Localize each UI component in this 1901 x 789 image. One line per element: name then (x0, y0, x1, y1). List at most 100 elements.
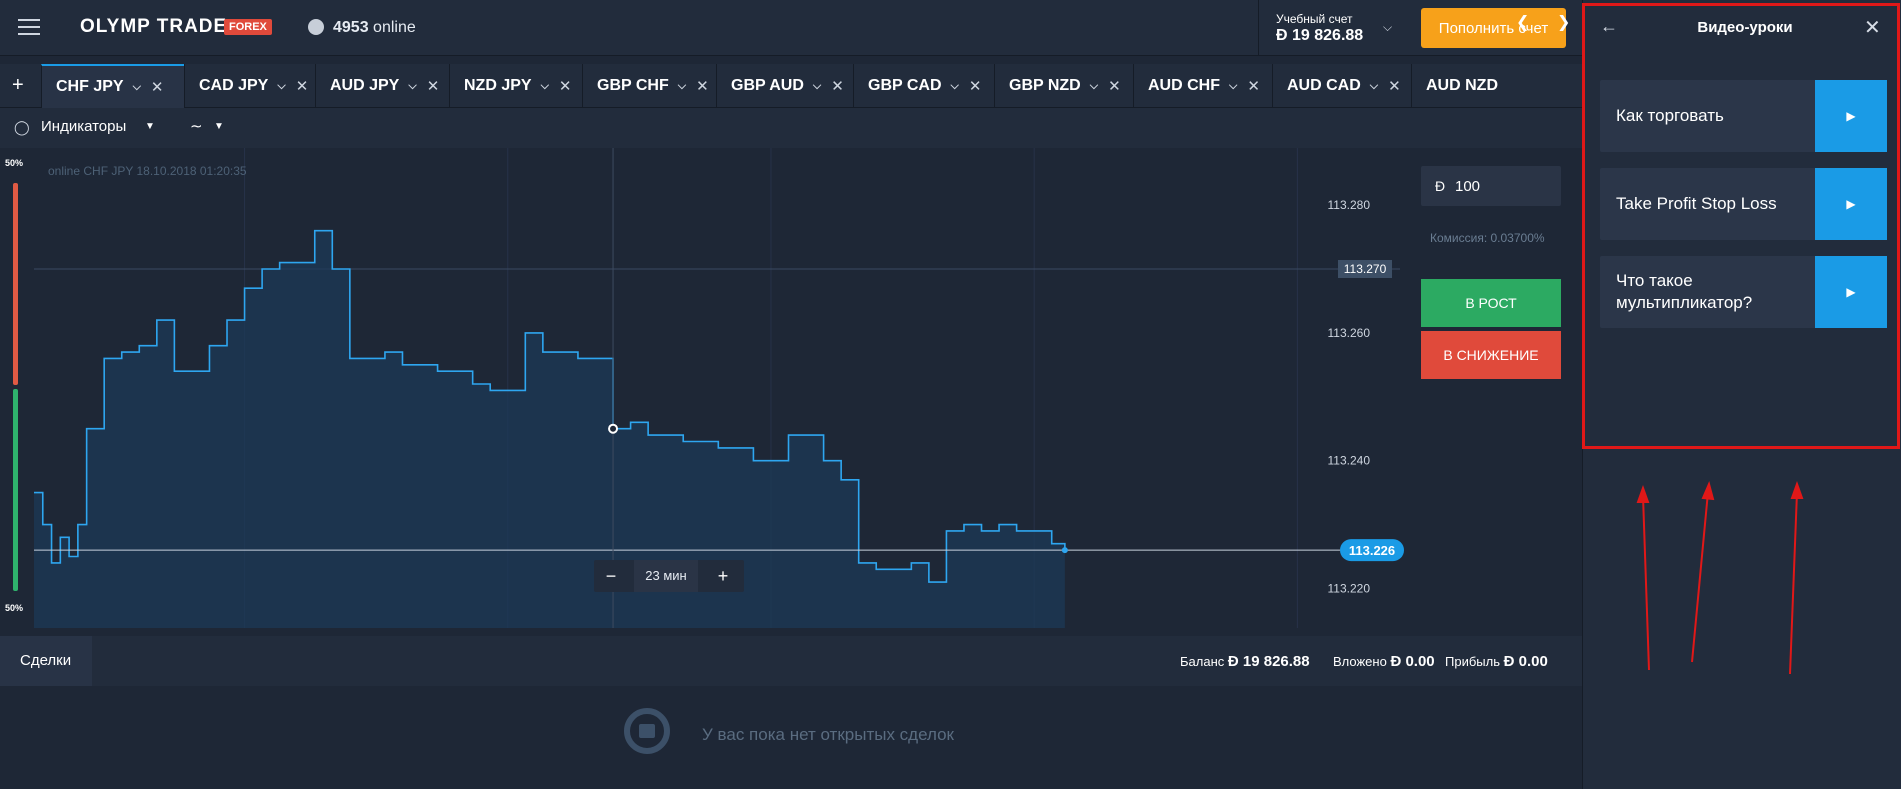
forex-badge: FOREX (224, 19, 272, 35)
chevron-down-icon[interactable]: ⌵ (678, 80, 686, 93)
commission-text: Комиссия: 0.03700% (1430, 231, 1545, 245)
crosshair-point (608, 423, 619, 434)
account-label: Учебный счет (1276, 12, 1353, 26)
sentiment-sell-bar (13, 183, 18, 385)
tab-cad-jpy[interactable]: CAD JPY ⌵ ✕ (184, 64, 315, 108)
chevron-left-icon[interactable]: ❮ (1516, 12, 1529, 32)
annotation-arrow (1691, 491, 1709, 663)
online-count: 4953 (333, 19, 369, 36)
current-price-value: 113.226 (1349, 543, 1395, 558)
close-tab-icon[interactable]: ✕ (151, 78, 164, 96)
currency-symbol: Đ (1435, 178, 1446, 194)
tab-aud-jpy[interactable]: AUD JPY ⌵ ✕ (315, 64, 449, 108)
chevron-down-icon[interactable]: ⌵ (813, 80, 821, 93)
tab-label: AUD NZD (1426, 77, 1498, 94)
chevron-down-icon[interactable]: ⌵ (277, 80, 285, 93)
chevron-down-icon[interactable]: ▼ (214, 121, 224, 132)
chevron-down-icon[interactable]: ⌵ (1229, 80, 1237, 93)
users-icon (308, 19, 324, 35)
empty-deals-text: У вас пока нет открытых сделок (702, 725, 954, 744)
close-tab-icon[interactable]: ✕ (831, 77, 844, 95)
close-tab-icon[interactable]: ✕ (696, 77, 709, 95)
deals-tab[interactable]: Сделки (0, 636, 92, 686)
add-tab-icon[interactable]: + (12, 74, 24, 97)
balance-label: Баланс (1180, 654, 1225, 669)
tab-gbp-chf[interactable]: GBP CHF ⌵ ✕ (582, 64, 716, 108)
chevron-down-icon[interactable]: ⌵ (541, 80, 549, 93)
indicators-button[interactable]: Индикаторы (41, 118, 126, 135)
profit-summary: Прибыль Đ 0.00 (1445, 653, 1548, 670)
close-tab-icon[interactable]: ✕ (1108, 77, 1121, 95)
online-counter: 4953 online (333, 19, 416, 37)
menu-icon[interactable] (18, 19, 40, 37)
close-tab-icon[interactable]: ✕ (427, 77, 440, 95)
annotation-arrowhead (1636, 485, 1650, 503)
tab-aud-nzd[interactable]: AUD NZD (1411, 64, 1526, 108)
tab-label: GBP NZD (1009, 77, 1081, 94)
annotation-arrow (1642, 495, 1650, 671)
chevron-down-icon[interactable]: ⌵ (1370, 80, 1378, 93)
annotation-highlight-box (1582, 3, 1900, 449)
invested-label: Вложено (1333, 654, 1387, 669)
online-label: online (373, 19, 416, 36)
close-tab-icon[interactable]: ✕ (296, 77, 309, 95)
tab-label: GBP CHF (597, 77, 669, 94)
tab-gbp-aud[interactable]: GBP AUD ⌵ ✕ (716, 64, 853, 108)
sentiment-buy-bar (13, 389, 18, 591)
zoom-control: − 23 мин + (594, 560, 744, 592)
deals-tab-label: Сделки (20, 652, 72, 669)
chevron-down-icon[interactable]: ⌵ (1090, 80, 1098, 93)
sentiment-top: 50% (5, 158, 24, 168)
chevron-down-icon[interactable]: ⌵ (408, 80, 416, 93)
price-level-value: 113.270 (1344, 262, 1387, 276)
annotation-arrowhead (1701, 480, 1715, 501)
chevron-down-icon[interactable]: ▼ (145, 121, 155, 132)
tab-chf-jpy[interactable]: CHF JPY ⌵ ✕ (41, 64, 184, 108)
tab-nzd-jpy[interactable]: NZD JPY ⌵ ✕ (449, 64, 582, 108)
tab-label: GBP AUD (731, 77, 804, 94)
y-tick-label: 113.220 (1328, 581, 1371, 595)
tab-gbp-cad[interactable]: GBP CAD ⌵ ✕ (853, 64, 994, 108)
zoom-in-button[interactable]: + (706, 560, 740, 592)
deposit-button[interactable]: Пополнить счет (1421, 8, 1566, 48)
chevron-right-icon[interactable]: ❯ (1557, 12, 1570, 32)
logo[interactable]: OLYMP TRADE (80, 16, 227, 38)
tab-label: NZD JPY (464, 77, 532, 94)
zoom-value: 23 мин (634, 560, 698, 592)
current-price-dot (1061, 547, 1068, 554)
tab-label: GBP CAD (868, 77, 942, 94)
tab-aud-cad[interactable]: AUD CAD ⌵ ✕ (1272, 64, 1411, 108)
tab-gbp-nzd[interactable]: GBP NZD ⌵ ✕ (994, 64, 1133, 108)
chevron-down-icon[interactable]: ⌵ (951, 80, 959, 93)
profit-value: Đ 0.00 (1503, 653, 1548, 670)
tab-aud-chf[interactable]: AUD CHF ⌵ ✕ (1133, 64, 1272, 108)
sentiment-bottom: 50% (5, 603, 24, 613)
tab-label: AUD JPY (330, 77, 400, 94)
chart-type-icon[interactable]: ∼ (190, 117, 203, 135)
annotation-arrows (1636, 480, 1804, 675)
close-tab-icon[interactable]: ✕ (559, 77, 572, 95)
chart-caption: online CHF JPY 18.10.2018 01:20:35 (48, 164, 247, 178)
annotation-arrow (1789, 491, 1798, 675)
close-tab-icon[interactable]: ✕ (969, 77, 982, 95)
close-tab-icon[interactable]: ✕ (1247, 77, 1260, 95)
chevron-down-icon[interactable]: ⌵ (133, 81, 141, 94)
balance-value: Đ 19 826.88 (1227, 653, 1310, 670)
tab-label: AUD CHF (1148, 77, 1220, 94)
buy-up-button[interactable]: В РОСТ (1421, 279, 1561, 327)
empty-deals-icon (624, 708, 670, 754)
zoom-out-button[interactable]: − (594, 560, 628, 592)
chart-toolbar (0, 108, 1582, 148)
chevron-down-icon: ⌵ (1383, 20, 1393, 34)
close-tab-icon[interactable]: ✕ (1388, 77, 1401, 95)
price-chart[interactable]: 01:0501:1001:1501:2001:25113.280113.2601… (0, 148, 1410, 628)
sell-down-button[interactable]: В СНИЖЕНИЕ (1421, 331, 1561, 379)
invested-value: Đ 0.00 (1390, 653, 1435, 670)
tab-label: CHF JPY (56, 78, 124, 95)
y-tick-label: 113.260 (1328, 326, 1371, 340)
account-selector[interactable]: Учебный счет Đ 19 826.88 ⌵ (1258, 0, 1398, 56)
amount-value: 100 (1455, 178, 1481, 195)
amount-input[interactable]: Đ 100 (1421, 166, 1561, 206)
balance-summary: Баланс Đ 19 826.88 (1180, 653, 1310, 670)
indicators-icon[interactable]: ◯ (14, 119, 30, 136)
